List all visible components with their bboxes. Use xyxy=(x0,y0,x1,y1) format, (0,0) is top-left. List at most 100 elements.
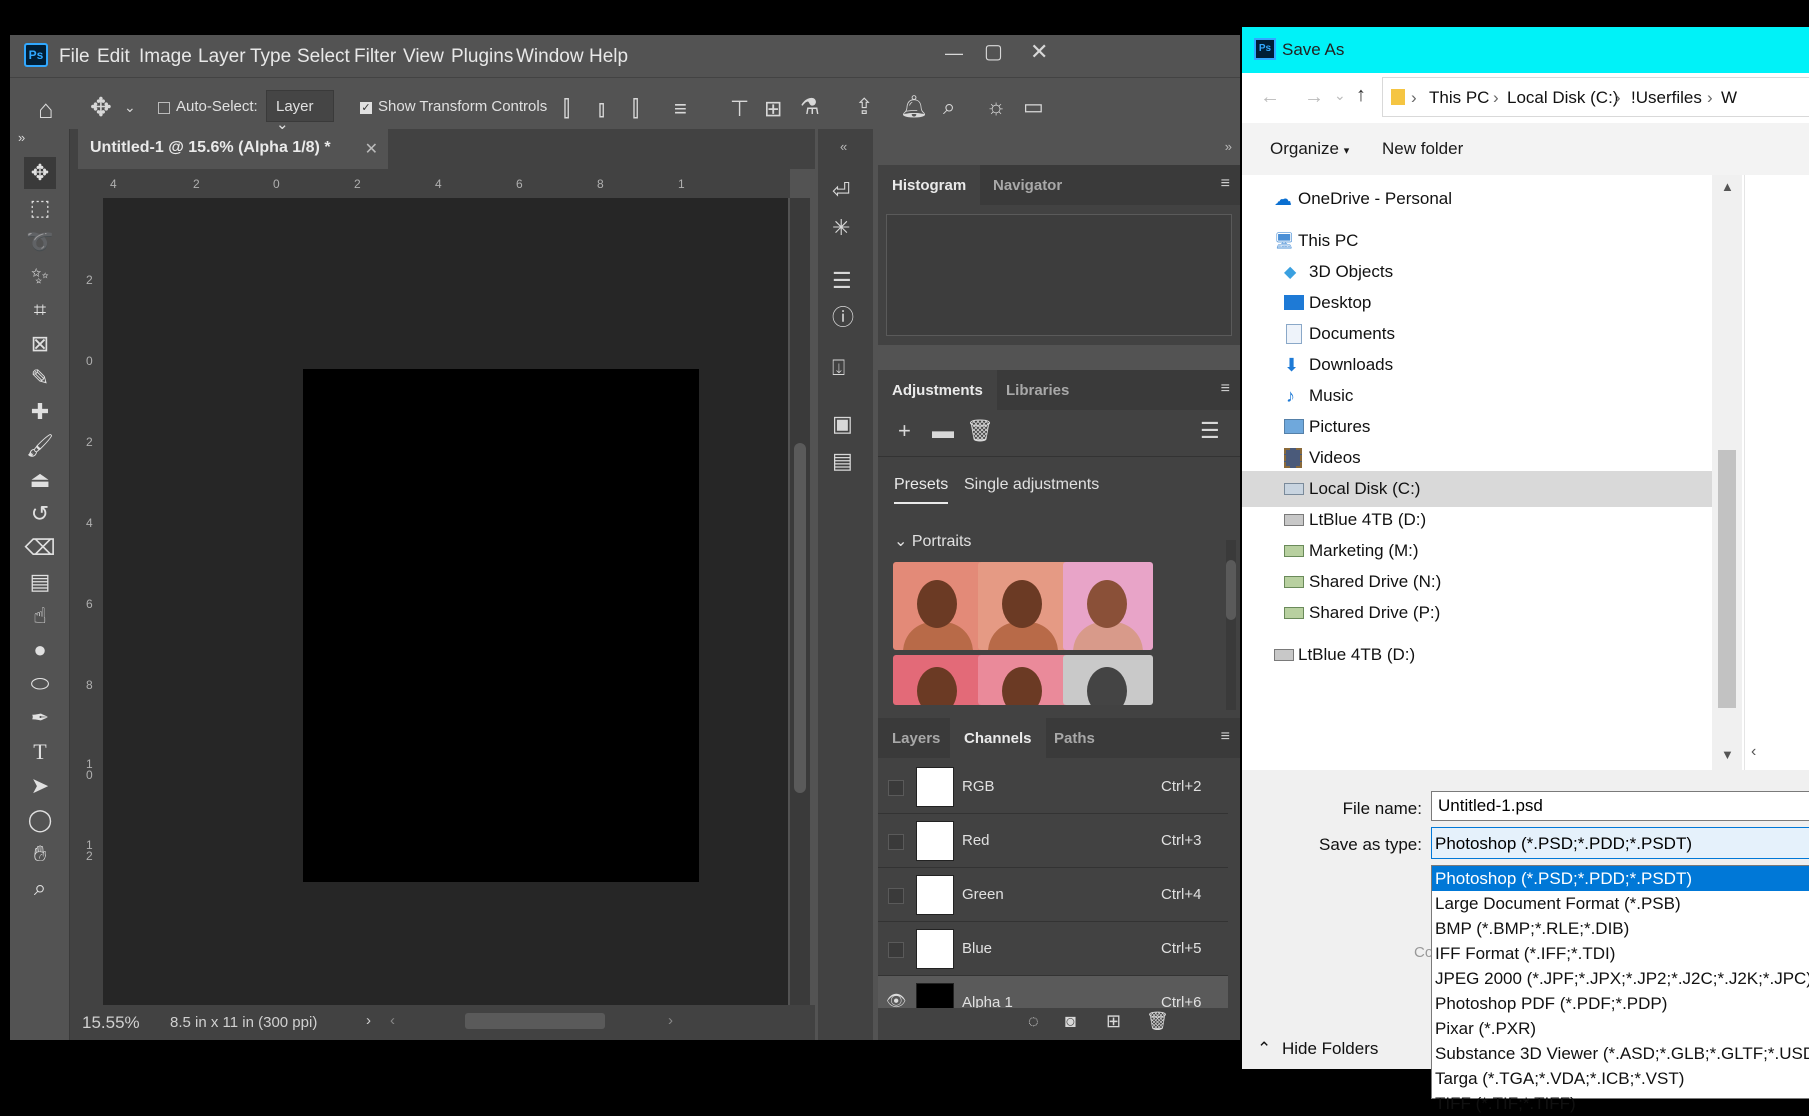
home-icon[interactable]: ⌂ xyxy=(38,96,54,122)
menu-plugins[interactable]: Plugins xyxy=(451,46,513,68)
expand-toolbar-icon[interactable]: » xyxy=(18,131,25,144)
file-list-pane[interactable]: ‹ xyxy=(1744,175,1809,770)
channel-row[interactable]: Green Ctrl+4 xyxy=(878,868,1228,922)
adjustments-scrollbar[interactable] xyxy=(1226,540,1236,710)
scrollbar-thumb[interactable] xyxy=(794,443,806,793)
tab-histogram[interactable]: Histogram xyxy=(878,165,981,205)
history-brush-icon[interactable]: ↺ xyxy=(24,498,56,530)
share-icon[interactable]: ⇪ xyxy=(855,96,873,118)
scrollbar-thumb[interactable] xyxy=(1718,450,1736,708)
align-top-icon[interactable]: ⊤ xyxy=(730,98,749,120)
channel-row[interactable]: Blue Ctrl+5 xyxy=(878,922,1228,976)
back-icon[interactable]: ← xyxy=(1260,86,1280,109)
list-view-icon[interactable]: ☰ xyxy=(1200,420,1220,442)
history-icon[interactable]: ⏎ xyxy=(832,180,850,202)
channel-row[interactable]: Red Ctrl+3 xyxy=(878,814,1228,868)
eraser-tool-icon[interactable]: ⌫ xyxy=(24,532,56,564)
smudge-tool-icon[interactable]: ☝︎ xyxy=(24,600,56,632)
scroll-left-icon[interactable]: ‹ xyxy=(1751,743,1756,761)
save-type-option[interactable]: Photoshop PDF (*.PDF;*.PDP) xyxy=(1432,991,1809,1016)
chevron-right-icon[interactable]: › xyxy=(366,1012,371,1029)
move-tool-icon[interactable]: ✥ xyxy=(90,94,112,120)
align-left-icon[interactable]: ⫿ xyxy=(563,98,570,120)
notes-icon[interactable]: ▤ xyxy=(832,450,853,472)
forward-icon[interactable]: → xyxy=(1304,86,1324,109)
preset-thumbnail[interactable] xyxy=(978,562,1068,650)
move-tool-icon[interactable]: ✥ xyxy=(24,157,56,189)
scroll-left-icon[interactable]: ‹ xyxy=(390,1012,395,1029)
document-info[interactable]: 8.5 in x 11 in (300 ppi) xyxy=(170,1014,317,1031)
layer-select-dropdown[interactable]: Layer ⌄ xyxy=(266,90,334,133)
sparkle-icon[interactable]: ✳ xyxy=(832,217,850,239)
align-middle-icon[interactable]: ⊞ xyxy=(764,98,782,120)
scroll-up-icon[interactable]: ▲ xyxy=(1721,179,1734,194)
folder-icon[interactable]: ▬ xyxy=(932,420,954,442)
gradient-tool-icon[interactable]: ▤ xyxy=(24,566,56,598)
healing-brush-icon[interactable]: ✚ xyxy=(24,396,56,428)
tab-layers[interactable]: Layers xyxy=(878,718,954,758)
search-icon[interactable]: ⌕ xyxy=(943,96,955,118)
magic-wand-icon[interactable]: ✨︎ xyxy=(24,260,56,292)
minimize-icon[interactable]: — xyxy=(945,44,963,62)
visibility-toggle[interactable] xyxy=(888,834,904,850)
lasso-tool-icon[interactable]: ➰ xyxy=(24,226,56,258)
breadcrumb[interactable]: › This PC › Local Disk (C:) › !Userfiles… xyxy=(1382,77,1809,117)
crop-tool-icon[interactable]: ⌗ xyxy=(24,294,56,326)
workspace-icon[interactable]: ▭ xyxy=(1023,96,1044,118)
save-type-option[interactable]: JPEG 2000 (*.JPF;*.JPX;*.JP2;*.J2C;*.J2K… xyxy=(1432,966,1809,991)
dodge-tool-icon[interactable]: ● xyxy=(24,634,56,666)
save-type-option[interactable]: BMP (*.BMP;*.RLE;*.DIB) xyxy=(1432,916,1809,941)
brush-tool-icon[interactable]: 🖌︎ xyxy=(24,430,56,462)
properties-icon[interactable]: ☰ xyxy=(832,270,852,292)
distribute-icon[interactable]: ≡ xyxy=(674,98,687,120)
horizontal-scrollbar-thumb[interactable] xyxy=(465,1013,605,1029)
align-right-icon[interactable]: ⫿ xyxy=(632,98,639,120)
save-type-option[interactable]: Targa (*.TGA;*.VDA;*.ICB;*.VST) xyxy=(1432,1066,1809,1091)
notification-icon[interactable]: 🔔︎ xyxy=(900,96,928,118)
close-tab-icon[interactable]: ✕ xyxy=(365,139,378,159)
sponge-tool-icon[interactable]: ⬭ xyxy=(24,668,56,700)
menu-file[interactable]: File xyxy=(59,46,90,68)
breadcrumb-item[interactable]: W xyxy=(1721,88,1737,108)
scrollbar-thumb[interactable] xyxy=(1226,560,1236,620)
ellipse-tool-icon[interactable]: ◯ xyxy=(24,804,56,836)
menu-image[interactable]: Image xyxy=(139,46,192,68)
menu-select[interactable]: Select xyxy=(297,46,350,68)
save-type-option[interactable]: Pixar (*.PXR) xyxy=(1432,1016,1809,1041)
visibility-toggle[interactable] xyxy=(888,942,904,958)
tree-item-ltblue-d-root[interactable]: LtBlue 4TB (D:) xyxy=(1242,637,1742,673)
menu-filter[interactable]: Filter xyxy=(354,46,396,68)
preset-thumbnail[interactable] xyxy=(893,655,983,705)
marquee-tool-icon[interactable]: ⬚ xyxy=(24,192,56,224)
auto-select-checkbox[interactable] xyxy=(158,102,170,114)
stamp-tool-icon[interactable]: ⏏ xyxy=(24,464,56,496)
file-name-input[interactable] xyxy=(1431,791,1809,821)
vertical-scrollbar[interactable] xyxy=(790,198,810,1005)
maximize-icon[interactable]: ▢ xyxy=(984,42,1003,62)
save-selection-icon[interactable]: ◙ xyxy=(1065,1012,1076,1030)
portraits-section[interactable]: ⌄ Portraits xyxy=(894,531,971,551)
hide-folders-button[interactable]: ⌃ Hide Folders xyxy=(1257,1039,1378,1059)
load-selection-icon[interactable]: ◌ xyxy=(1028,1012,1039,1030)
menu-type[interactable]: Type xyxy=(250,46,291,68)
menu-edit[interactable]: Edit xyxy=(97,46,130,68)
recent-locations-icon[interactable]: ⌄ xyxy=(1334,87,1346,104)
flask-icon[interactable]: ⚗ xyxy=(800,96,820,118)
tab-adjustments[interactable]: Adjustments xyxy=(878,370,997,410)
collapse-panels-icon[interactable]: » xyxy=(878,129,1240,165)
libraries-icon[interactable]: ▣ xyxy=(832,413,853,435)
show-transform-checkbox[interactable]: ✓ xyxy=(360,102,372,114)
tab-channels[interactable]: Channels xyxy=(950,718,1046,758)
new-channel-icon[interactable]: ⊞ xyxy=(1106,1012,1121,1030)
zoom-tool-icon[interactable]: ⌕ xyxy=(24,872,56,904)
panel-menu-icon[interactable]: ≡ xyxy=(1221,728,1230,746)
scroll-right-icon[interactable]: › xyxy=(668,1012,673,1029)
chevron-down-icon[interactable]: ⌄ xyxy=(124,100,136,114)
lightbulb-icon[interactable]: ☼ xyxy=(986,96,1006,118)
preset-thumbnail[interactable] xyxy=(1063,562,1153,650)
menu-layer[interactable]: Layer xyxy=(198,46,246,68)
zoom-level[interactable]: 15.55% xyxy=(82,1013,140,1033)
add-icon[interactable]: + xyxy=(898,420,911,442)
breadcrumb-item[interactable]: !Userfiles xyxy=(1631,88,1702,108)
save-type-option[interactable]: TIFF (*.TIF;*.TIFF) xyxy=(1432,1091,1809,1116)
